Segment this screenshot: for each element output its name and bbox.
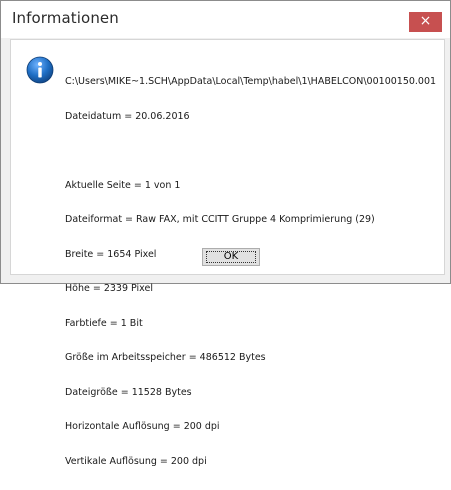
title-bar[interactable]: Informationen × <box>1 1 450 38</box>
file-path: C:\Users\MIKE~1.SCH\AppData\Local\Temp\h… <box>65 76 437 87</box>
image-height: Höhe = 2339 Pixel <box>65 283 153 294</box>
file-date: Dateidatum = 20.06.2016 <box>65 110 190 122</box>
dialog-content: C:\Users\MIKE~1.SCH\AppData\Local\Temp\h… <box>10 39 445 467</box>
info-dialog: Informationen × C:\Users\MIKE~1.SCH\AppD… <box>0 0 451 467</box>
ok-button-label: OK <box>223 251 239 262</box>
file-format: Dateiformat = Raw FAX, mit CCITT Gruppe … <box>65 214 375 225</box>
close-icon: × <box>419 13 432 29</box>
color-depth: Farbtiefe = 1 Bit <box>65 317 143 329</box>
close-button[interactable]: × <box>409 12 442 32</box>
memory-size: Größe im Arbeitsspeicher = 486512 Bytes <box>65 352 266 363</box>
horizontal-resolution: Horizontale Auflösung = 200 dpi <box>65 421 220 432</box>
info-icon <box>26 56 54 84</box>
file-size: Dateigröße = 11528 Bytes <box>65 386 192 398</box>
current-page: Aktuelle Seite = 1 von 1 <box>65 179 181 191</box>
ok-button[interactable]: OK <box>202 248 260 266</box>
dialog-title: Informationen <box>12 9 119 27</box>
vertical-resolution: Vertikale Auflösung = 200 dpi <box>65 455 207 467</box>
info-text: C:\Users\MIKE~1.SCH\AppData\Local\Temp\h… <box>65 53 436 490</box>
